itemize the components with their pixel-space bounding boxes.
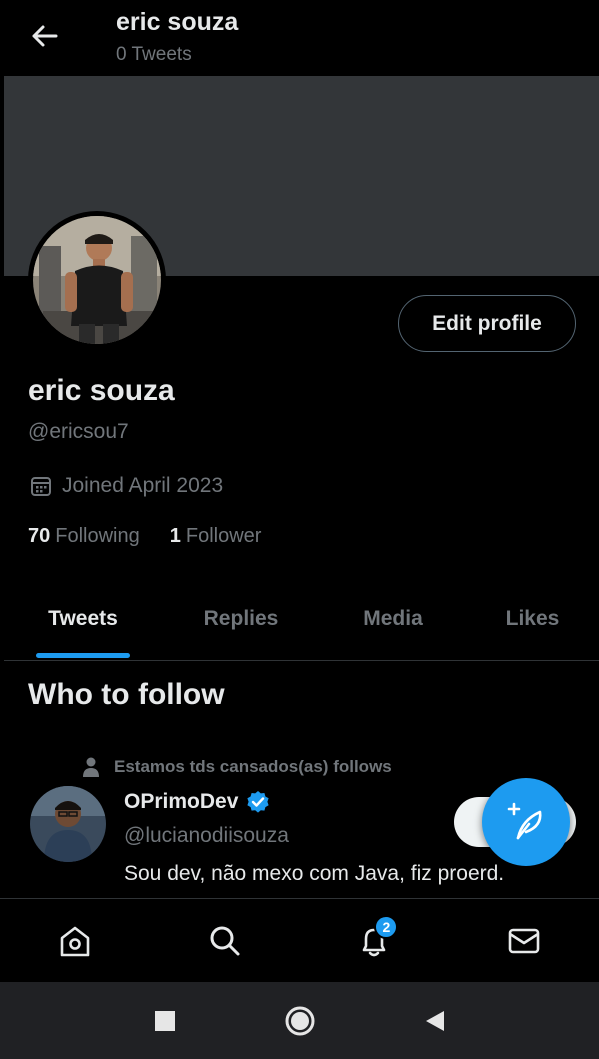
- follow-stats: 70 Following 1 Follower: [28, 525, 261, 548]
- system-home-button[interactable]: [280, 1001, 320, 1041]
- active-tab-indicator: [36, 653, 130, 658]
- who-to-follow-title: Who to follow: [28, 678, 225, 711]
- compose-tweet-button[interactable]: [482, 778, 570, 866]
- header-title: eric souza: [116, 8, 239, 36]
- arrow-left-icon: [32, 25, 58, 47]
- joined-date: Joined April 2023: [30, 474, 223, 498]
- recents-square-icon: [154, 1010, 175, 1031]
- tab-label: Media: [363, 607, 423, 630]
- nav-notifications[interactable]: 2: [344, 911, 404, 971]
- profile-header: eric souza 0 Tweets: [0, 0, 599, 76]
- following-count: 70: [28, 525, 51, 547]
- suggestion-name: OPrimoDev: [124, 790, 239, 813]
- tab-label: Tweets: [48, 607, 118, 630]
- tab-tweets[interactable]: Tweets: [4, 590, 162, 660]
- verified-badge-icon: [247, 791, 269, 813]
- followers-link[interactable]: 1 Follower: [170, 525, 262, 548]
- following-label: Following: [55, 525, 140, 547]
- tab-label: Likes: [505, 607, 560, 630]
- compose-feather-icon: [507, 802, 542, 840]
- system-nav-bar: [0, 982, 599, 1059]
- suggestion-avatar[interactable]: [30, 786, 106, 862]
- following-link[interactable]: 70 Following: [28, 525, 140, 548]
- profile-name: eric souza: [28, 374, 175, 407]
- profile-handle: @ericsou7: [28, 420, 129, 443]
- system-back-button[interactable]: [415, 1001, 455, 1041]
- bottom-nav: 2: [0, 898, 599, 982]
- back-button[interactable]: [24, 18, 64, 54]
- tab-likes[interactable]: Likes: [466, 590, 599, 660]
- home-icon: [60, 926, 90, 956]
- nav-home[interactable]: [45, 911, 105, 971]
- messages-icon: [508, 928, 540, 953]
- avatar-photo: [33, 216, 161, 344]
- calendar-icon: [31, 477, 51, 496]
- tab-replies[interactable]: Replies: [162, 590, 320, 660]
- profile-tabs: Tweets Replies Media Likes: [4, 590, 599, 661]
- recents-button[interactable]: [145, 1001, 185, 1041]
- nav-messages[interactable]: [494, 911, 554, 971]
- suggestion-handle: @lucianodiisouza: [124, 824, 289, 847]
- suggestion-name-row[interactable]: OPrimoDev: [124, 790, 270, 814]
- suggestion-context: Estamos tds cansados(as) follows: [82, 757, 392, 777]
- tweet-count: 0 Tweets: [116, 44, 192, 65]
- person-icon: [83, 757, 99, 777]
- suggestion-avatar-photo: [30, 786, 106, 862]
- suggestion-bio: Sou dev, não mexo com Java, fiz proerd.: [124, 862, 505, 885]
- profile-avatar[interactable]: [28, 211, 166, 349]
- home-circle-icon: [285, 1006, 314, 1035]
- notification-badge: 2: [374, 914, 399, 939]
- joined-label: Joined April 2023: [62, 474, 224, 497]
- edit-profile-button[interactable]: Edit profile: [398, 295, 576, 352]
- nav-search[interactable]: [195, 911, 255, 971]
- back-triangle-icon: [425, 1010, 444, 1031]
- followers-count: 1: [169, 525, 181, 547]
- context-label: Estamos tds cansados(as) follows: [114, 757, 392, 776]
- tab-label: Replies: [203, 607, 279, 630]
- followers-label: Follower: [185, 525, 262, 547]
- tab-media[interactable]: Media: [320, 590, 466, 660]
- search-icon: [210, 926, 240, 955]
